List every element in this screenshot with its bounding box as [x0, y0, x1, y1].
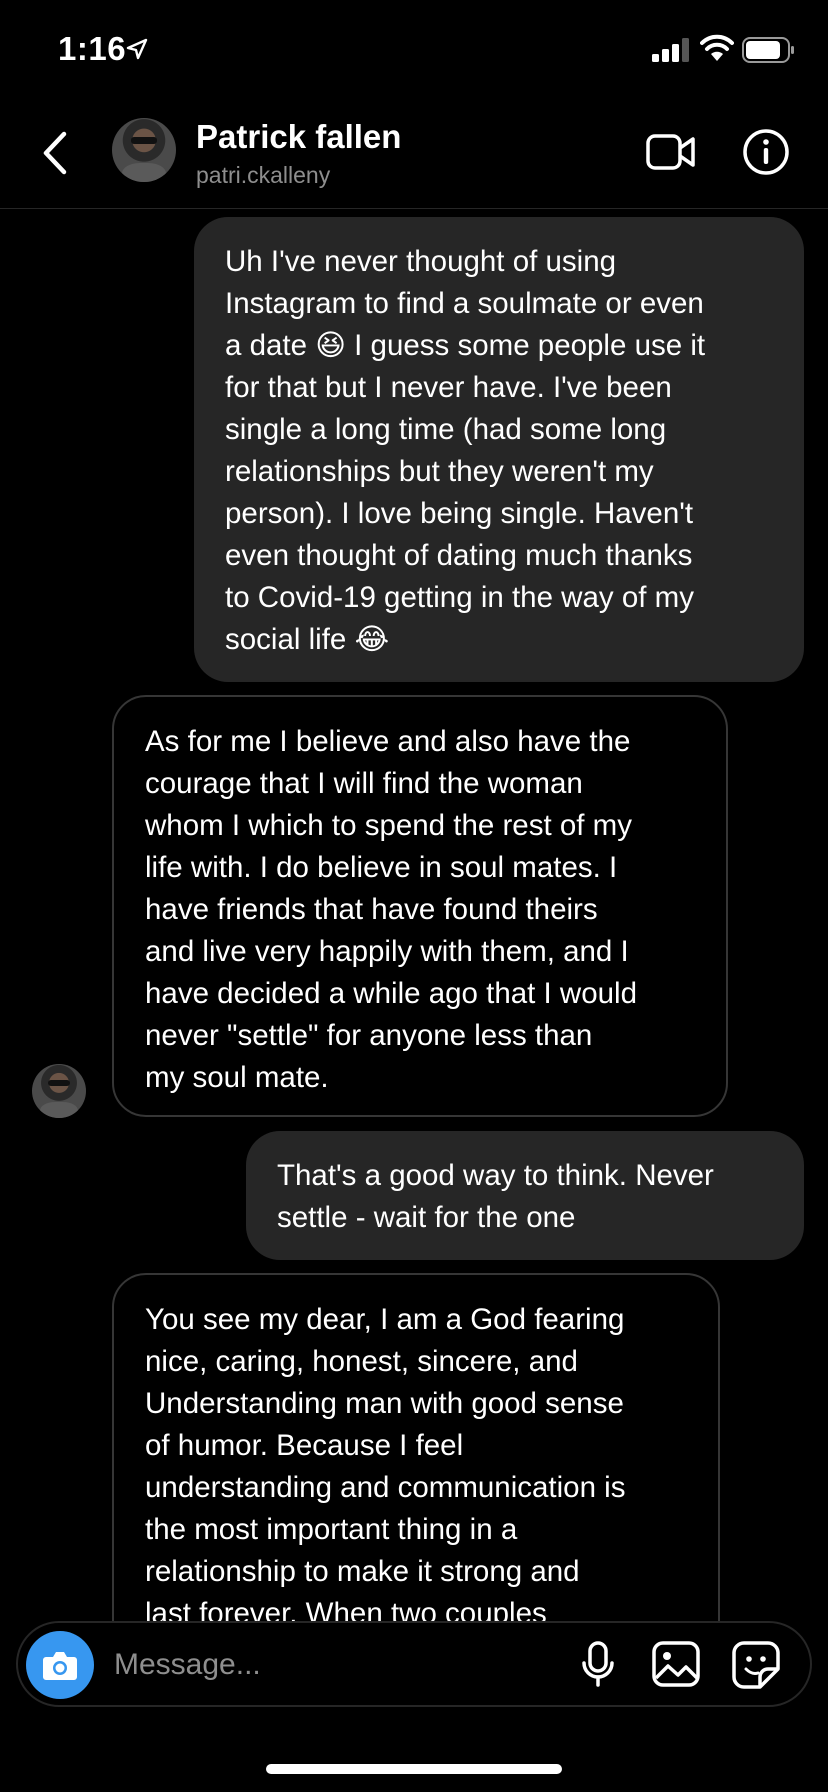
- contact-avatar[interactable]: [112, 118, 176, 182]
- message-bubble-sent[interactable]: That's a good way to think. Never settle…: [246, 1131, 804, 1260]
- sticker-icon[interactable]: [732, 1641, 780, 1689]
- message-bubble-sent[interactable]: Uh I've never thought of using Instagram…: [194, 217, 804, 682]
- message-bubble-received[interactable]: You see my dear, I am a God fearing nice…: [112, 1273, 720, 1673]
- camera-icon: [43, 1652, 77, 1680]
- signal-icon: [652, 38, 689, 62]
- microphone-icon[interactable]: [580, 1641, 616, 1687]
- contact-name[interactable]: Patrick fallen: [196, 118, 401, 156]
- camera-button[interactable]: [26, 1631, 94, 1699]
- home-indicator[interactable]: [266, 1764, 562, 1774]
- message-composer: [16, 1621, 812, 1707]
- sender-avatar[interactable]: [32, 1064, 86, 1118]
- chat-header: Patrick fallen patri.ckalleny: [0, 100, 828, 209]
- wifi-icon: [700, 34, 734, 61]
- message-bubble-received[interactable]: As for me I believe and also have the co…: [112, 695, 728, 1117]
- back-chevron-icon[interactable]: [38, 128, 72, 178]
- status-time: 1:16: [58, 30, 127, 67]
- message-input[interactable]: [112, 1637, 496, 1693]
- contact-handle[interactable]: patri.ckalleny: [196, 162, 330, 189]
- battery-icon: [742, 37, 794, 63]
- info-icon[interactable]: [742, 128, 790, 176]
- gallery-icon[interactable]: [652, 1641, 700, 1687]
- video-call-icon[interactable]: [646, 132, 696, 172]
- location-arrow-icon: [126, 38, 148, 60]
- status-bar: 1:16: [0, 0, 828, 100]
